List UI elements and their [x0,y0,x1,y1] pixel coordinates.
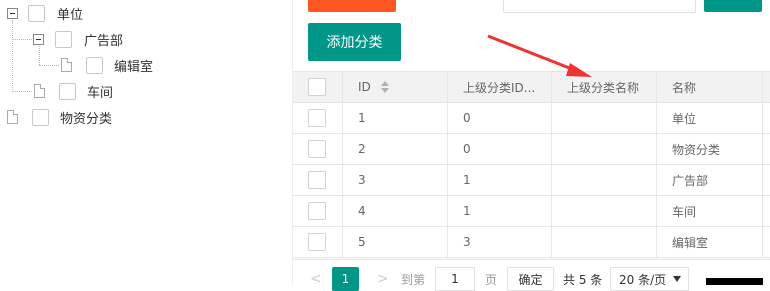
table-header: ID 上级分类ID... 上级分类名称 名称 [293,71,770,103]
chevron-down-icon [673,276,681,282]
column-header-name[interactable]: 名称 [657,72,763,102]
tree-node-materials[interactable]: 物资分类 [0,106,200,128]
tree-node-label: 车间 [87,85,114,101]
row-checkbox[interactable] [308,109,326,127]
goto-page-input[interactable]: 1 [435,267,475,291]
column-header-id[interactable]: ID [343,72,448,102]
search-button[interactable] [704,0,762,12]
cell-parent-id: 1 [448,165,552,195]
tree-node-label: 单位 [57,7,84,23]
column-header-label: 上级分类ID... [463,80,536,95]
tree-node-advertising[interactable]: 广告部 [0,28,200,50]
category-tree: 单位 广告部 编辑室 车间 物资分类 [0,0,292,285]
minus-toggle-icon[interactable] [33,34,44,45]
confirm-button[interactable]: 确定 [507,267,554,291]
cell-parent-name [552,134,657,164]
cell-id: 4 [343,196,448,226]
overlay-bar [706,278,763,285]
column-header-parent-id[interactable]: 上级分类ID... [448,72,552,102]
cell-overflow [763,134,770,164]
column-header-label: 上级分类名称 [567,80,640,95]
tree-node-unit[interactable]: 单位 [0,2,200,24]
row-select-cell [293,103,343,133]
minus-toggle-icon[interactable] [7,8,18,19]
total-count: 共 5 条 [563,272,603,287]
column-header-label: ID [358,80,371,94]
cell-overflow [763,227,770,257]
cell-parent-name [552,103,657,133]
cell-parent-id: 0 [448,134,552,164]
goto-label: 到第 [401,272,426,287]
row-checkbox[interactable] [308,202,326,220]
cell-parent-name [552,227,657,257]
add-category-button[interactable]: 添加分类 [308,23,401,61]
tree-node-label: 广告部 [84,33,124,49]
table-row[interactable]: 3 1 广告部 [293,165,770,196]
cell-overflow [763,103,770,133]
sort-icon[interactable] [380,81,389,93]
row-select-cell [293,227,343,257]
row-select-cell [293,134,343,164]
cell-parent-name [552,196,657,226]
cell-parent-id: 3 [448,227,552,257]
column-overflow [763,72,770,102]
cell-parent-id: 1 [448,196,552,226]
delete-button[interactable] [308,0,396,12]
column-header-label: 名称 [672,80,697,95]
select-all-checkbox[interactable] [308,78,326,96]
column-header-parent-name[interactable]: 上级分类名称 [552,72,657,102]
row-select-cell [293,196,343,226]
cell-name: 物资分类 [657,134,763,164]
table-row[interactable]: 1 0 单位 [293,103,770,134]
file-icon [34,84,45,98]
page-unit-label: 页 [485,272,498,287]
file-icon [61,58,72,72]
cell-name: 编辑室 [657,227,763,257]
cell-name: 广告部 [657,165,763,195]
cell-id: 3 [343,165,448,195]
tree-node-label: 物资分类 [60,111,113,127]
table-row[interactable]: 2 0 物资分类 [293,134,770,165]
category-table: ID 上级分类ID... 上级分类名称 名称 1 0 单位 2 0 物资分类 3… [293,71,770,258]
cell-overflow [763,196,770,226]
tree-checkbox[interactable] [86,57,103,74]
tree-node-editorial[interactable]: 编辑室 [0,54,220,76]
tree-checkbox[interactable] [59,83,76,100]
tree-checkbox[interactable] [32,109,49,126]
row-checkbox[interactable] [308,140,326,158]
row-checkbox[interactable] [308,233,326,251]
tree-node-label: 编辑室 [114,59,154,75]
tree-node-workshop[interactable]: 车间 [0,80,200,102]
table-row[interactable]: 5 3 编辑室 [293,227,770,258]
search-input[interactable] [503,0,696,13]
cell-id: 2 [343,134,448,164]
tree-checkbox[interactable] [28,5,45,22]
cell-parent-name [552,165,657,195]
row-select-cell [293,165,343,195]
cell-name: 车间 [657,196,763,226]
table-row[interactable]: 4 1 车间 [293,196,770,227]
page-size-select[interactable]: 20 条/页 [610,267,689,291]
next-page-icon[interactable]: > [377,267,389,291]
row-checkbox[interactable] [308,171,326,189]
cell-id: 5 [343,227,448,257]
tree-checkbox[interactable] [55,31,72,48]
cell-name: 单位 [657,103,763,133]
current-page[interactable]: 1 [332,267,359,291]
file-icon [7,110,18,124]
category-panel: 添加分类 ID 上级分类ID... 上级分类名称 名称 1 0 单位 2 0 物… [292,0,770,291]
cell-overflow [763,165,770,195]
select-all-cell [293,72,343,102]
cell-id: 1 [343,103,448,133]
cell-parent-id: 0 [448,103,552,133]
prev-page-icon[interactable]: < [310,267,322,291]
